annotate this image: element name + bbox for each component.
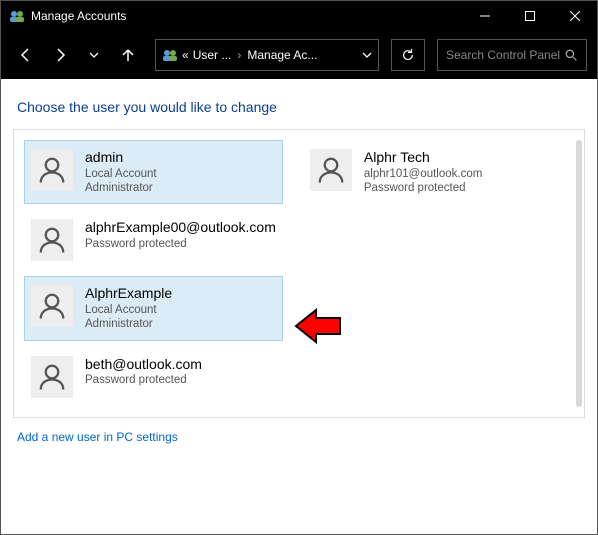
forward-button[interactable] — [45, 40, 75, 70]
user-info: beth@outlook.comPassword protected — [85, 356, 202, 388]
user-avatar-icon — [31, 285, 73, 327]
add-user-link[interactable]: Add a new user in PC settings — [17, 430, 178, 444]
user-name: Alphr Tech — [364, 149, 482, 167]
breadcrumb[interactable]: « User ... › Manage Ac... — [155, 39, 379, 71]
user-accounts-icon — [162, 47, 178, 63]
user-info: AlphrExampleLocal AccountAdministrator — [85, 285, 172, 331]
user-row[interactable]: alphrExample00@outlook.comPassword prote… — [24, 210, 283, 270]
breadcrumb-level1[interactable]: User ... — [193, 48, 232, 62]
refresh-button[interactable] — [391, 39, 425, 71]
scrollbar[interactable] — [576, 140, 582, 407]
user-row[interactable]: adminLocal AccountAdministrator — [24, 140, 283, 204]
breadcrumb-level2[interactable]: Manage Ac... — [247, 48, 317, 62]
breadcrumb-prefix: « — [182, 48, 189, 62]
user-subtext: Administrator — [85, 181, 157, 195]
close-button[interactable] — [552, 1, 597, 31]
window-controls — [462, 1, 597, 31]
user-subtext: Password protected — [85, 237, 276, 251]
search-input[interactable]: Search Control Panel — [437, 39, 587, 71]
user-name: admin — [85, 149, 157, 167]
back-button[interactable] — [11, 40, 41, 70]
user-info: adminLocal AccountAdministrator — [85, 149, 157, 195]
content-area: Choose the user you would like to change… — [1, 79, 597, 456]
user-name: alphrExample00@outlook.com — [85, 219, 276, 237]
user-name: AlphrExample — [85, 285, 172, 303]
user-accounts-icon — [9, 8, 25, 24]
user-subtext: Local Account — [85, 167, 157, 181]
search-placeholder: Search Control Panel — [446, 48, 565, 62]
user-info: alphrExample00@outlook.comPassword prote… — [85, 219, 276, 251]
user-subtext: Administrator — [85, 317, 172, 331]
user-avatar-icon — [310, 149, 352, 191]
up-button[interactable] — [113, 40, 143, 70]
users-listbox: adminLocal AccountAdministratoralphrExam… — [13, 129, 585, 418]
user-avatar-icon — [31, 219, 73, 261]
navbar: « User ... › Manage Ac... Search Control… — [1, 31, 597, 79]
user-subtext: Password protected — [85, 373, 202, 387]
page-heading: Choose the user you would like to change — [17, 99, 585, 115]
user-subtext: Local Account — [85, 303, 172, 317]
user-info: Alphr Techalphr101@outlook.comPassword p… — [364, 149, 482, 195]
window-title: Manage Accounts — [31, 9, 462, 23]
chevron-down-icon[interactable] — [362, 50, 372, 60]
recent-button[interactable] — [79, 40, 109, 70]
user-row[interactable]: beth@outlook.comPassword protected — [24, 347, 283, 407]
titlebar: Manage Accounts — [1, 1, 597, 31]
user-name: beth@outlook.com — [85, 356, 202, 374]
search-icon — [565, 49, 578, 62]
minimize-button[interactable] — [462, 1, 507, 31]
user-row[interactable]: AlphrExampleLocal AccountAdministrator — [24, 276, 283, 340]
user-avatar-icon — [31, 149, 73, 191]
chevron-right-icon: › — [235, 48, 243, 62]
user-row[interactable]: Alphr Techalphr101@outlook.comPassword p… — [303, 140, 574, 204]
maximize-button[interactable] — [507, 1, 552, 31]
user-subtext: Password protected — [364, 181, 482, 195]
user-subtext: alphr101@outlook.com — [364, 167, 482, 181]
user-avatar-icon — [31, 356, 73, 398]
